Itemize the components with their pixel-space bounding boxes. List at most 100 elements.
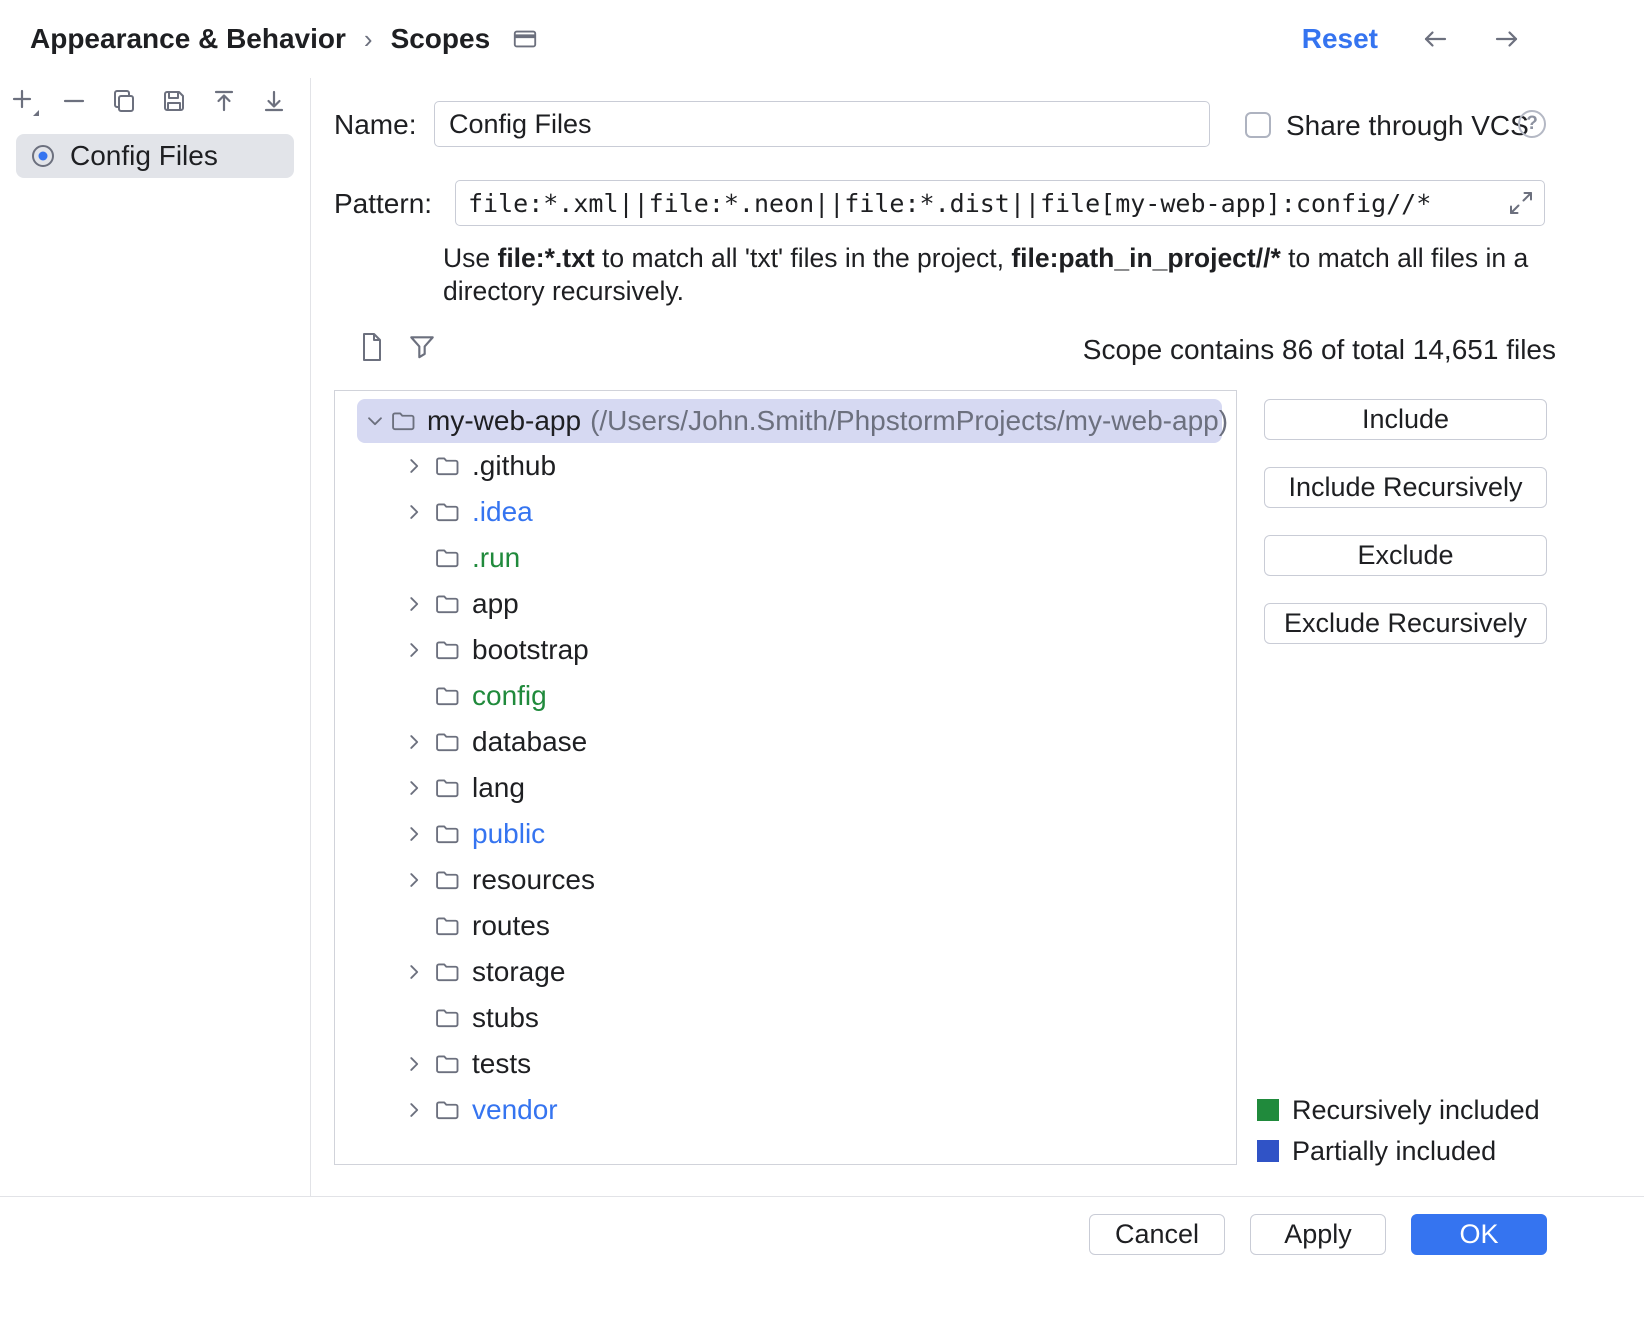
folder-icon	[432, 636, 462, 664]
folder-icon	[432, 1096, 462, 1124]
legend-color-swatch	[1257, 1140, 1279, 1162]
tree-item-bootstrap[interactable]: bootstrap	[335, 627, 1236, 673]
tree-item-label: bootstrap	[472, 634, 589, 666]
tree-item-label: .idea	[472, 496, 533, 528]
tree-root-my-web-app[interactable]: my-web-app (/Users/John.Smith/PhpstormPr…	[357, 399, 1222, 443]
tree-item-label: tests	[472, 1048, 531, 1080]
include-recursively-button[interactable]: Include Recursively	[1264, 467, 1547, 508]
filter-icon[interactable]	[406, 330, 438, 364]
tree-item-label: database	[472, 726, 587, 758]
tree-item-lang[interactable]: lang	[335, 765, 1236, 811]
copy-icon[interactable]	[356, 330, 388, 364]
tree-root-path: (/Users/John.Smith/PhpstormProjects/my-w…	[590, 405, 1228, 437]
header: Appearance & Behavior › Scopes Reset	[0, 0, 1644, 78]
legend-color-swatch	[1257, 1099, 1279, 1121]
tree-item-label: app	[472, 588, 519, 620]
legend-item: Partially included	[1257, 1137, 1540, 1165]
chevron-right-icon[interactable]	[399, 1049, 429, 1079]
cancel-button[interactable]: Cancel	[1089, 1214, 1225, 1255]
chevron-right-icon[interactable]	[399, 957, 429, 987]
tree-action-buttons: Include Include Recursively Exclude Exclude…	[1264, 399, 1547, 644]
folder-icon	[432, 1050, 462, 1078]
tree-item-label: storage	[472, 956, 565, 988]
scopes-sidebar: Config Files	[0, 78, 310, 1196]
tree-item-label: stubs	[472, 1002, 539, 1034]
pattern-input[interactable]	[455, 180, 1545, 226]
breadcrumb-appearance-behavior[interactable]: Appearance & Behavior	[30, 23, 346, 55]
ok-button[interactable]: OK	[1411, 1214, 1547, 1255]
dialog-indicator-icon	[512, 27, 538, 51]
folder-icon	[432, 866, 462, 894]
share-vcs-checkbox[interactable]	[1245, 112, 1271, 138]
chevron-right-icon[interactable]	[399, 635, 429, 665]
apply-button[interactable]: Apply	[1250, 1214, 1386, 1255]
reset-button[interactable]: Reset	[1302, 23, 1378, 55]
pattern-label: Pattern:	[334, 188, 432, 220]
folder-icon	[432, 1004, 462, 1032]
tree-item-tests[interactable]: tests	[335, 1041, 1236, 1087]
dialog-buttons: Cancel Apply OK	[1089, 1214, 1547, 1255]
name-label: Name:	[334, 109, 416, 141]
folder-icon	[432, 498, 462, 526]
chevron-down-icon[interactable]	[364, 406, 386, 436]
tree-item-run[interactable]: .run	[335, 535, 1236, 581]
move-up-icon[interactable]	[209, 86, 239, 116]
tree-item-database[interactable]: database	[335, 719, 1236, 765]
tree-item-storage[interactable]: storage	[335, 949, 1236, 995]
help-icon[interactable]: ?	[1518, 110, 1546, 138]
tree-items: .github .idea .run app bootstrap config databa…	[335, 443, 1236, 1133]
chevron-right-icon[interactable]	[399, 497, 429, 527]
chevron-right-icon[interactable]	[399, 865, 429, 895]
tree-item-idea[interactable]: .idea	[335, 489, 1236, 535]
chevron-placeholder	[399, 543, 429, 573]
expand-editor-icon[interactable]	[1507, 189, 1535, 217]
tree-item-label: routes	[472, 910, 550, 942]
exclude-recursively-button[interactable]: Exclude Recursively	[1264, 603, 1547, 644]
breadcrumb-scopes[interactable]: Scopes	[391, 23, 491, 55]
include-button[interactable]: Include	[1264, 399, 1547, 440]
folder-icon	[432, 590, 462, 618]
folder-icon	[432, 820, 462, 848]
move-down-icon[interactable]	[259, 86, 289, 116]
tree-item-app[interactable]: app	[335, 581, 1236, 627]
tree-item-config[interactable]: config	[335, 673, 1236, 719]
add-scope-icon[interactable]	[9, 86, 39, 116]
tree-item-vendor[interactable]: vendor	[335, 1087, 1236, 1133]
share-vcs-label: Share through VCS	[1286, 110, 1529, 142]
tree-item-label: .run	[472, 542, 520, 574]
chevron-right-icon[interactable]	[399, 1095, 429, 1125]
exclude-button[interactable]: Exclude	[1264, 535, 1547, 576]
chevron-right-icon[interactable]	[399, 727, 429, 757]
folder-icon	[432, 682, 462, 710]
tree-item-public[interactable]: public	[335, 811, 1236, 857]
tree-item-label: public	[472, 818, 545, 850]
remove-scope-icon[interactable]	[59, 86, 89, 116]
sidebar-toolbar	[0, 78, 310, 128]
chevron-placeholder	[399, 681, 429, 711]
back-arrow-icon[interactable]	[1420, 24, 1450, 54]
tree-item-github[interactable]: .github	[335, 443, 1236, 489]
folder-icon	[432, 452, 462, 480]
chevron-right-icon[interactable]	[399, 819, 429, 849]
copy-scope-icon[interactable]	[109, 86, 139, 116]
save-scope-icon[interactable]	[159, 86, 189, 116]
tree-item-label: resources	[472, 864, 595, 896]
scope-name-input[interactable]	[434, 101, 1210, 147]
folder-icon	[432, 728, 462, 756]
sidebar-item-config-files[interactable]: Config Files	[16, 134, 294, 178]
pattern-hint: Use file:*.txt to match all 'txt' files …	[443, 242, 1551, 308]
legend-label: Recursively included	[1292, 1095, 1540, 1126]
chevron-right-icon[interactable]	[399, 589, 429, 619]
chevron-right-icon[interactable]	[399, 773, 429, 803]
tree-item-routes[interactable]: routes	[335, 903, 1236, 949]
tree-item-stubs[interactable]: stubs	[335, 995, 1236, 1041]
chevron-right-icon[interactable]	[399, 451, 429, 481]
tree-item-label: .github	[472, 450, 556, 482]
tree-root-label: my-web-app	[427, 405, 581, 437]
forward-arrow-icon[interactable]	[1492, 24, 1522, 54]
breadcrumb-separator: ›	[362, 24, 375, 55]
legend-item: Recursively included	[1257, 1096, 1540, 1124]
folder-icon	[389, 407, 417, 435]
tree-item-resources[interactable]: resources	[335, 857, 1236, 903]
sidebar-divider	[310, 78, 311, 1196]
